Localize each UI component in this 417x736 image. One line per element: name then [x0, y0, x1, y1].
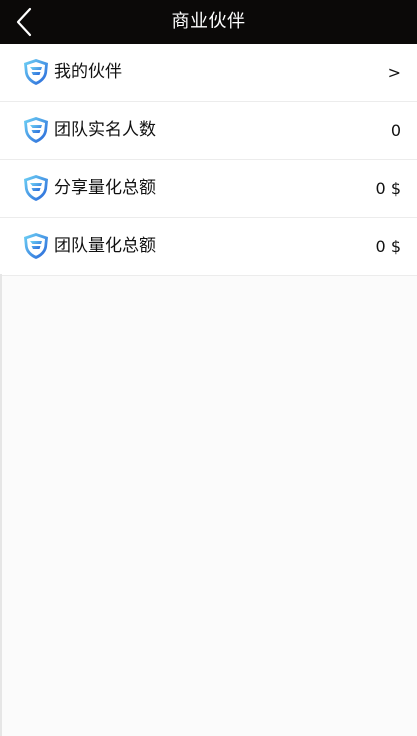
- shield-icon: [21, 57, 51, 87]
- list-item-my-partners[interactable]: 我的伙伴 >: [0, 44, 417, 102]
- menu-list: 我的伙伴 > 团队实名人数 0 分享量化总额 0 $ 团队量化总额 0 $: [0, 44, 417, 276]
- page-edge-divider: [0, 274, 2, 736]
- top-bar: 商业伙伴: [0, 0, 417, 44]
- shield-icon: [21, 231, 51, 261]
- list-item-label: 团队实名人数: [54, 120, 156, 140]
- list-item-label: 分享量化总额: [54, 178, 156, 198]
- list-item-team-verified-count: 团队实名人数 0: [0, 102, 417, 160]
- page-title: 商业伙伴: [171, 11, 246, 32]
- list-item-label: 我的伙伴: [54, 62, 122, 82]
- list-item-share-quant-total: 分享量化总额 0 $: [0, 160, 417, 218]
- list-item-label: 团队量化总额: [54, 236, 156, 256]
- list-item-value: 0 $: [375, 237, 401, 256]
- shield-icon: [21, 115, 51, 145]
- shield-icon: [21, 173, 51, 203]
- list-item-value: 0 $: [375, 179, 401, 198]
- list-item-team-quant-total: 团队量化总额 0 $: [0, 218, 417, 276]
- chevron-right-indicator: >: [387, 63, 401, 82]
- list-item-value: 0: [390, 121, 401, 140]
